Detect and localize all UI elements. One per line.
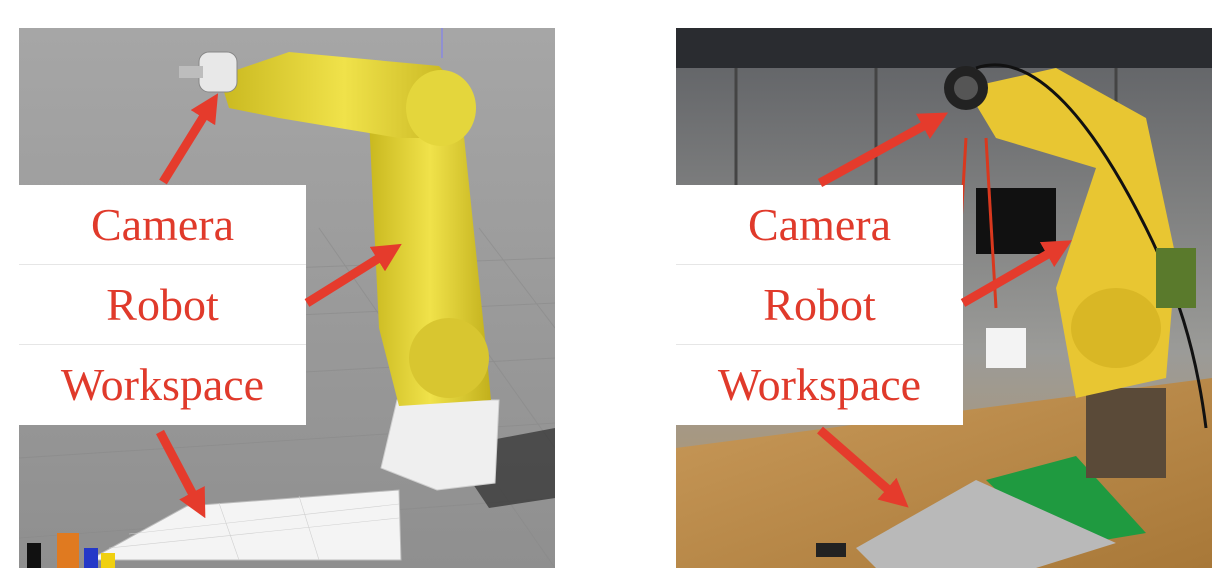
workspace-label-row: Workspace	[19, 345, 306, 425]
robot-label: Robot	[763, 278, 876, 330]
workspace-label: Workspace	[60, 359, 265, 410]
workspace-label: Workspace	[717, 359, 922, 410]
camera-label-row: Camera	[19, 185, 306, 265]
camera-label-row: Camera	[676, 185, 963, 265]
robot-label: Robot	[106, 278, 219, 330]
simulation-labels: Camera Robot Workspace	[19, 185, 306, 425]
robot-label-row: Robot	[19, 265, 306, 345]
real-robot-labels: Camera Robot Workspace	[676, 185, 963, 425]
camera-label: Camera	[747, 198, 892, 250]
workspace-label-row: Workspace	[676, 345, 963, 425]
camera-label: Camera	[90, 198, 235, 250]
robot-label-row: Robot	[676, 265, 963, 345]
